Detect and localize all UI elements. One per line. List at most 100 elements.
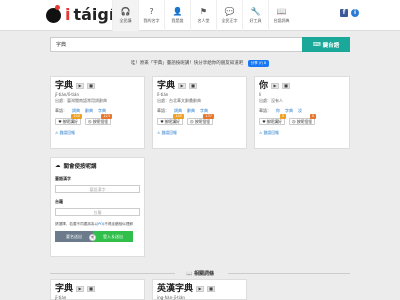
vote-bad-label: 按呢怪怪 (296, 118, 313, 124)
romanization-field[interactable]: 台羅 (55, 208, 140, 216)
nav-item-label: 全民正字 (221, 18, 238, 23)
related-romanization: jī-tián (55, 295, 67, 300)
related-title-text: 相關詞條 (193, 271, 214, 277)
entry-mandarin-row: 華語： 詞典 辭典 字典 (55, 108, 140, 114)
play-icon[interactable]: ▶ (196, 286, 205, 292)
mandarin-label: 華語： (259, 108, 271, 113)
nav-item-1[interactable]: ? 我的名字 (138, 0, 164, 31)
related-entry-card[interactable]: 英漢字典 ▶ ■ ing-hàn-jī-tián (152, 279, 247, 300)
search-button[interactable]: ⌨ 鍵台語 (302, 37, 350, 52)
nav-item-label: 全民講 (119, 18, 132, 23)
vote-good-count: 140 (173, 114, 184, 119)
entry-mandarin-row: 華語： 你字典汝 (259, 108, 345, 114)
vote-good-button[interactable]: ♥ 按呢講好 100 (55, 114, 82, 125)
entry-head: 字典 ▶ ■ (157, 81, 242, 91)
book-icon: 📖 (186, 271, 193, 277)
stop-icon[interactable]: ■ (87, 83, 96, 89)
vote-bad-button[interactable]: ☹ 按呢怪怪 0 (289, 114, 316, 125)
related-entry-card[interactable]: 字典 ▶ ■ jī-tián (50, 279, 145, 300)
search-input[interactable] (50, 37, 302, 52)
entry-romanization: lī-tián (157, 92, 169, 97)
vote-bad-button[interactable]: ☹ 按呢怪怪 137 (187, 114, 214, 125)
entry-card: 字典 ▶ ■ jī-tián/lī-tián 出處：臺灣閩南語常用詞辭典 華語： 詞典 辭典字… (50, 76, 145, 149)
play-icon[interactable]: ▶ (76, 83, 85, 89)
nav-item-4[interactable]: 💬 全民正字 (216, 0, 242, 31)
vote-bad-label: 按呢怪怪 (92, 118, 109, 124)
facebook-share-button[interactable]: 分享 (f) 8 (247, 60, 270, 67)
cloud-upload-icon: ☁ (55, 163, 61, 169)
nav-item-5[interactable]: 🔧 好工具 (242, 0, 268, 31)
logo-mark-icon (46, 4, 61, 23)
entry-head: 字典 ▶ ■ (55, 81, 140, 91)
mandarin-link[interactable]: 辭典 (187, 108, 195, 114)
question-icon: ? (149, 7, 154, 16)
play-icon[interactable]: ▶ (271, 83, 280, 89)
entry-romanization: jī-tián/lī-tián (55, 92, 80, 97)
stop-icon[interactable]: ■ (87, 286, 96, 292)
mandarin-link[interactable]: 汝 (298, 108, 302, 114)
thumbs-down-icon: ☹ (189, 119, 194, 124)
stop-icon[interactable]: ■ (207, 286, 216, 292)
report-error-label: 錯誤回報 (59, 130, 75, 135)
vote-good-count: 100 (71, 114, 82, 119)
heart-icon: ♥ (160, 119, 164, 124)
entry-mandarin-row: 華語： 詞典 辭典 字典 (157, 108, 242, 114)
vote-row: ♥ 按呢講好 100 ☹ 按呢怪怪 123 (55, 114, 140, 125)
nav-item-6[interactable]: 📖 台語詞典 (268, 0, 294, 31)
warning-icon: ⚠ (55, 130, 59, 135)
thumbs-down-icon: ☹ (87, 119, 92, 124)
share-prompt: 哇！原來「字典」臺語按呢講！快分享給你的朋友知道吧 分享 (f) 8 (0, 60, 400, 67)
related-romanization: ing-hàn-jī-tián (157, 295, 185, 300)
info-icon[interactable]: i (351, 9, 359, 17)
nav-item-label: 名人堂 (197, 18, 210, 23)
nav-item-label: 台語詞典 (273, 18, 290, 23)
suggest-pronunciation-card: ☁ 閣會使按呢講 臺語漢字 臺語漢字 台羅 台羅 請選擇，若要不同要將為以POJ… (50, 157, 145, 257)
vote-row: ♥ 按呢講好 0 ☹ 按呢怪怪 0 (259, 114, 345, 125)
stop-icon[interactable]: ■ (282, 83, 291, 89)
mandarin-link[interactable]: 你 (276, 108, 280, 114)
report-error-link[interactable]: ⚠ 錯誤回報 (259, 130, 345, 136)
section-divider-right (228, 273, 350, 274)
stop-icon[interactable]: ■ (189, 83, 198, 89)
login-submit-button[interactable]: 登入＆送出 (93, 231, 133, 242)
thumbs-down-icon: ☹ (291, 119, 296, 124)
logo[interactable]: i táigí (46, 4, 114, 23)
entry-hanji: 字典 (55, 81, 74, 91)
entry-hanji: 你 (259, 81, 269, 91)
play-icon[interactable]: ▶ (76, 286, 85, 292)
nav-item-0[interactable]: 🎧 全民講 (112, 0, 138, 31)
share-prompt-text: 哇！原來「字典」臺語按呢講！快分享給你的朋友知道吧 (130, 61, 244, 66)
nav-item-label: 我的名字 (143, 18, 160, 23)
vote-bad-count: 0 (309, 114, 316, 119)
heart-icon: ♥ (58, 119, 62, 124)
entry-source: 出處：沒有人 (259, 98, 283, 103)
entry-source: 出處：臺灣閩南語常用詞辭典 (55, 98, 107, 103)
nav-item-2[interactable]: 👤 我是誰 (164, 0, 190, 31)
hanji-field-label: 臺語漢字 (55, 176, 71, 181)
mandarin-link[interactable]: 字典 (285, 108, 293, 114)
report-error-link[interactable]: ⚠ 錯誤回報 (55, 130, 140, 136)
flag-icon: ⚑ (199, 7, 208, 16)
hanji-field[interactable]: 臺語漢字 (55, 185, 140, 193)
nav-item-3[interactable]: ⚑ 名人堂 (190, 0, 216, 31)
warning-icon: ⚠ (259, 130, 263, 135)
vote-bad-count: 137 (203, 114, 214, 119)
vote-good-button[interactable]: ♥ 按呢講好 140 (157, 114, 184, 125)
anonymous-submit-button[interactable]: 要名送出 (55, 231, 93, 242)
facebook-icon[interactable]: f (340, 9, 348, 17)
mandarin-link[interactable]: 辭典 (85, 108, 93, 114)
suggest-actions: 要名送出 或 登入＆送出 (55, 231, 140, 242)
suggest-note-suffix: 不得延續相似理解 (104, 222, 133, 226)
vote-bad-button[interactable]: ☹ 按呢怪怪 123 (85, 114, 112, 125)
heart-icon: ♥ (262, 119, 266, 124)
vote-good-label: 按呢講好 (266, 118, 282, 124)
nav-item-label: 好工具 (249, 18, 262, 23)
vote-good-button[interactable]: ♥ 按呢講好 0 (259, 114, 286, 125)
play-icon[interactable]: ▶ (178, 83, 187, 89)
search-bar: ⌨ 鍵台語 (50, 37, 350, 52)
suggest-title-text: 閣會使按呢講 (63, 164, 97, 170)
user-icon: 👤 (172, 7, 183, 16)
mandarin-label: 華語： (157, 108, 169, 113)
vote-good-label: 按呢講好 (62, 118, 78, 124)
report-error-link[interactable]: ⚠ 錯誤回報 (157, 130, 242, 136)
